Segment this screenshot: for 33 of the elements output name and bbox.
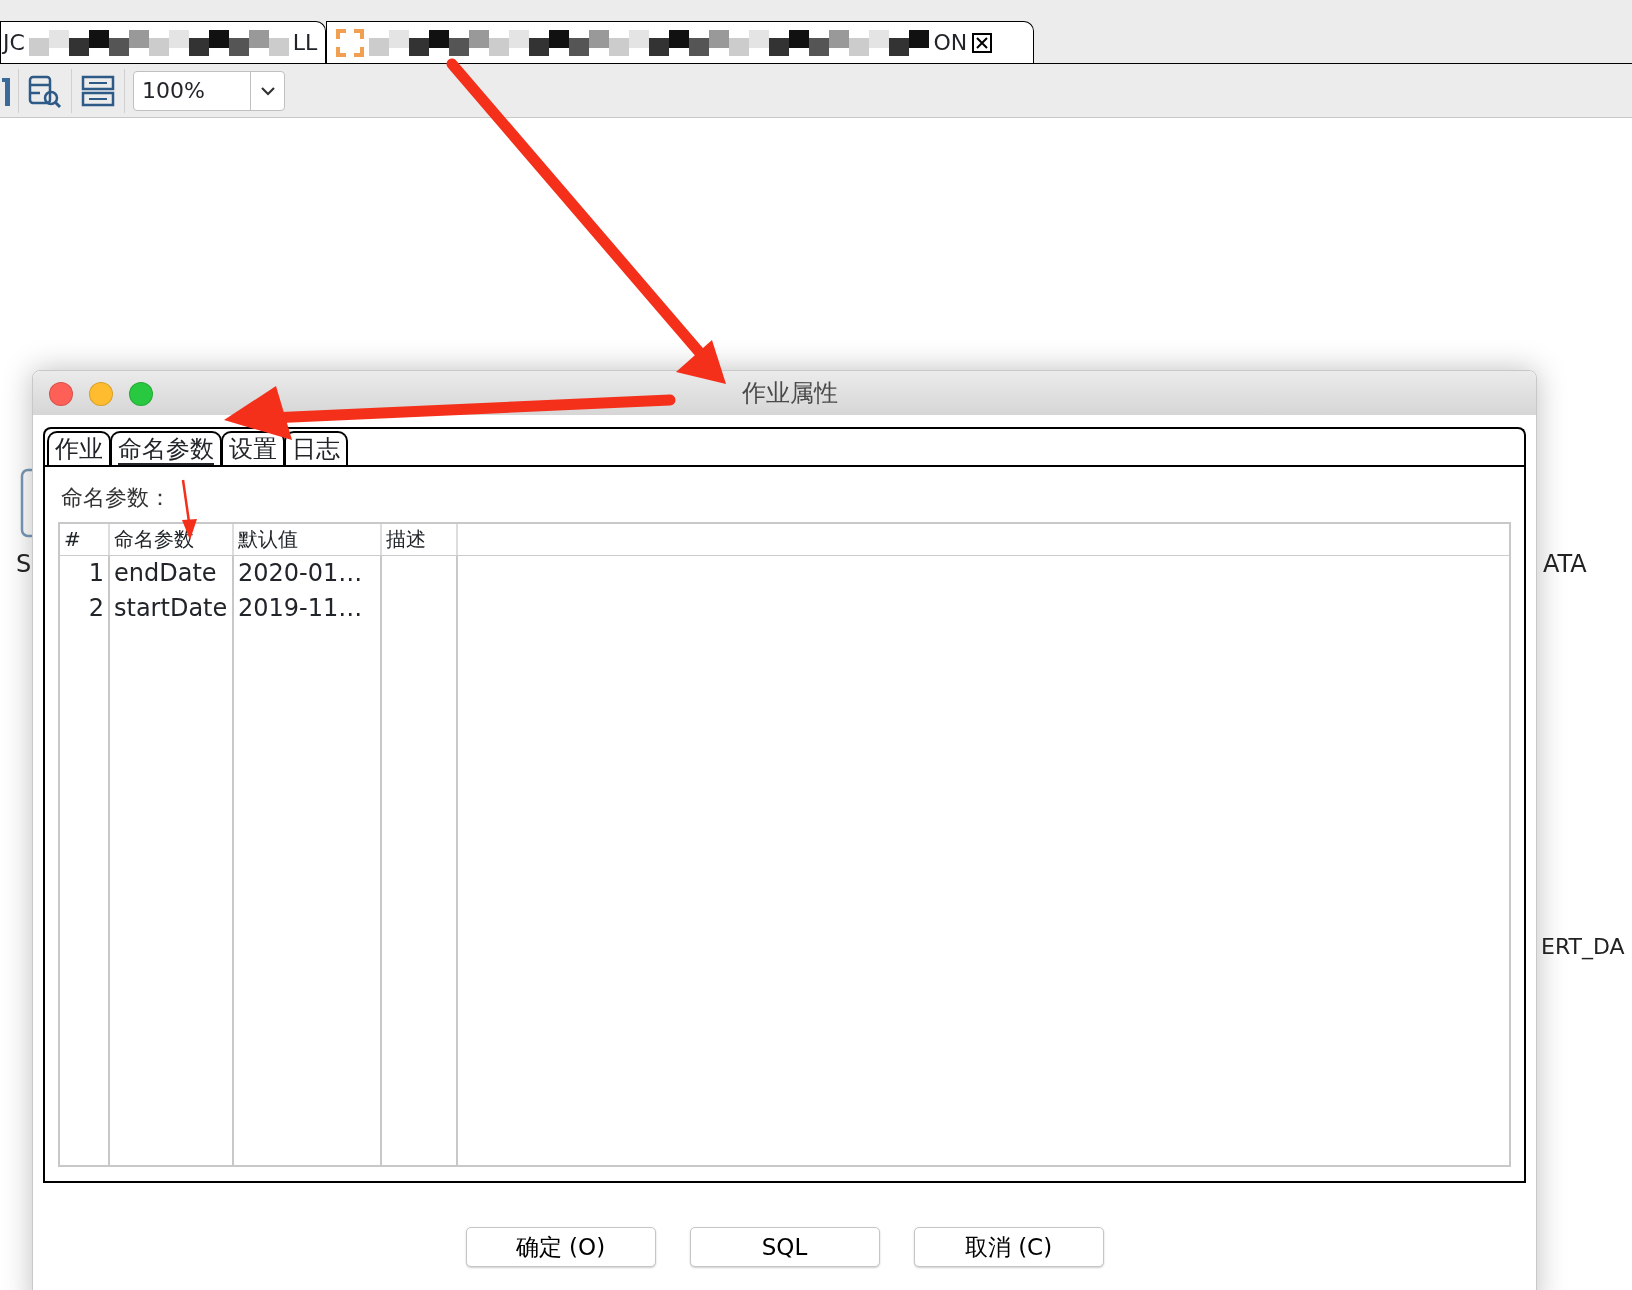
layout-icon[interactable]: [80, 73, 116, 108]
expand-icon: [335, 27, 366, 58]
editor-tab[interactable]: JC LL: [0, 21, 327, 63]
table-cell-text: startDate: [113, 593, 229, 624]
close-button[interactable]: [49, 382, 73, 406]
tab[interactable]: 日志: [284, 431, 348, 465]
node-label: ERT_DA: [1541, 933, 1625, 962]
tab-label: LL: [292, 29, 318, 57]
column-header[interactable]: 描述: [382, 524, 458, 555]
node-drawing: [20, 468, 34, 538]
tab[interactable]: 设置: [221, 431, 285, 465]
section-label: 命名参数：: [61, 484, 171, 512]
dialog-button[interactable]: SQL: [689, 1227, 880, 1267]
column-header[interactable]: 默认值: [234, 524, 382, 555]
table-cell-text: 2020-01…: [237, 558, 364, 589]
tab-label: ON: [933, 29, 968, 57]
table-cell-text: 2019-11…: [237, 593, 364, 624]
editor-tab[interactable]: ON: [326, 21, 1035, 63]
table-cell-text: endDate: [113, 558, 218, 589]
node-label: ATA: [1543, 549, 1587, 580]
dialog-button[interactable]: 取消 (C): [913, 1227, 1104, 1267]
tab[interactable]: 命名参数: [110, 431, 222, 465]
node-label: S: [16, 549, 32, 580]
table-cell-text: 1: [87, 558, 105, 589]
tab-label: JC: [3, 29, 25, 57]
window-title: 作业属性: [741, 378, 838, 409]
dialog-button[interactable]: 确定 (O): [465, 1227, 656, 1267]
zoom-dropdown[interactable]: 100%: [133, 70, 285, 111]
tab[interactable]: 作业: [47, 431, 111, 465]
close-icon[interactable]: [971, 31, 994, 54]
column-header[interactable]: #: [60, 524, 110, 555]
table-cell-text: 2: [87, 593, 105, 624]
caret-icon: [259, 85, 276, 96]
